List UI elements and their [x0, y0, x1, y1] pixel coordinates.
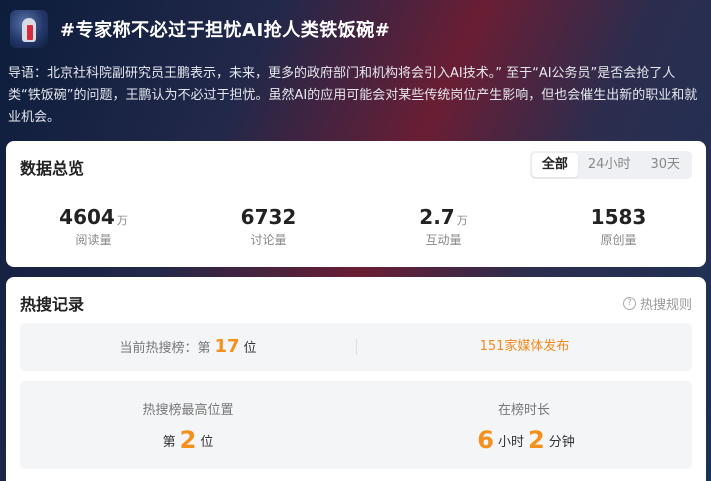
stat-discussions: 6732 讨论量: [181, 205, 356, 255]
current-rank-value: 17: [214, 336, 240, 357]
peak-rank-label: 热搜榜最高位置: [142, 403, 234, 418]
current-rank-suffix: 位: [243, 341, 257, 356]
current-rank-prefix: 当前热搜榜：第: [119, 341, 211, 356]
stat-discussions-value: 6732: [240, 205, 297, 229]
stat-reads-unit: 万: [116, 214, 128, 227]
hot-search-title: 热搜记录: [20, 295, 85, 314]
peak-rank-value: 2: [179, 426, 197, 454]
tab-30d[interactable]: 30天: [640, 153, 690, 177]
topic-title: #专家称不必过于担忧AI抢人类铁饭碗#: [60, 20, 391, 41]
minutes-unit: 分钟: [548, 435, 575, 450]
peak-rank-suffix: 位: [200, 435, 214, 450]
hot-search-rules-link[interactable]: ? 热搜规则: [622, 294, 692, 313]
stat-discussions-label: 讨论量: [250, 233, 287, 247]
hot-search-card: 热搜记录 ? 热搜规则 当前热搜榜：第 17 位 151家媒体发布 热搜榜最高位置 …: [6, 277, 706, 481]
stat-interactions-value: 2.7: [419, 205, 455, 229]
peak-rank-prefix: 第: [162, 435, 176, 450]
stat-originals-label: 原创量: [600, 233, 637, 247]
media-publish-link[interactable]: 151家媒体发布: [357, 323, 692, 371]
stats-row: 4604 万 阅读量 6732 讨论量 2.7 万 互动量 1583 原创量: [6, 205, 706, 255]
stat-originals: 1583 原创量: [531, 205, 706, 255]
robot-red-mark: [27, 25, 33, 40]
overview-card: 数据总览 全部 24小时 30天 4604 万 阅读量 6732 讨论量 2.7 万…: [6, 141, 706, 267]
stat-interactions-unit: 万: [456, 214, 468, 227]
peak-rank: 热搜榜最高位置 第2位: [20, 381, 356, 469]
duration-minutes-value: 2: [528, 426, 545, 454]
stat-reads-value: 4604: [59, 205, 115, 229]
topic-intro: 导语：北京社科院副研究员王鹏表示，未来，更多的政府部门和机构将会引入AI技术。”…: [8, 66, 698, 125]
overview-title: 数据总览: [20, 159, 85, 178]
duration-hours-value: 6: [477, 426, 494, 454]
tab-24h[interactable]: 24小时: [578, 153, 641, 177]
stat-originals-value: 1583: [590, 205, 647, 229]
stat-reads: 4604 万 阅读量: [6, 205, 181, 255]
robot-logo-icon: [10, 10, 48, 48]
hours-unit: 小时: [497, 435, 524, 450]
stat-interactions: 2.7 万 互动量: [356, 205, 531, 255]
time-range-tabs: 全部 24小时 30天: [529, 151, 692, 179]
current-rank: 当前热搜榜：第 17 位: [20, 323, 356, 371]
stat-interactions-label: 互动量: [425, 233, 462, 247]
on-list-duration: 在榜时长 6 小时 2 分钟: [356, 381, 692, 469]
stat-reads-label: 阅读量: [75, 233, 112, 247]
peak-duration-row: 热搜榜最高位置 第2位 在榜时长 6 小时 2 分钟: [20, 381, 692, 469]
rules-label: 热搜规则: [639, 298, 692, 313]
topic-header: #专家称不必过于担忧AI抢人类铁饭碗#: [0, 0, 711, 60]
tab-all[interactable]: 全部: [531, 153, 578, 177]
question-circle-icon: ?: [622, 297, 636, 310]
duration-label: 在榜时长: [497, 403, 550, 418]
current-rank-row: 当前热搜榜：第 17 位 151家媒体发布: [20, 323, 692, 371]
